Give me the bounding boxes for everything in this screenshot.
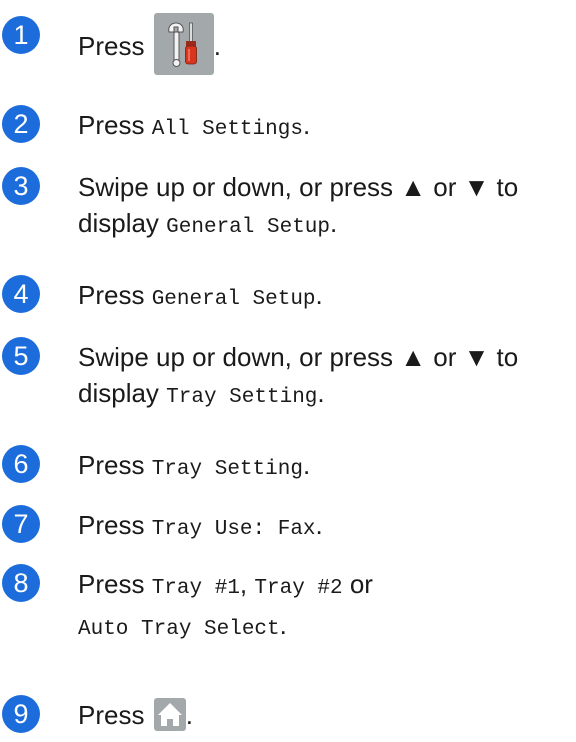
- step-text: Swipe up or down, or press ▲ or ▼ to dis…: [78, 339, 576, 416]
- step-prefix: Press: [78, 510, 145, 540]
- menu-option-tray-2[interactable]: Tray #2: [254, 577, 342, 600]
- step-number-badge: 7: [2, 505, 40, 543]
- step-text: Press .: [78, 697, 576, 734]
- step-number-badge: 5: [2, 337, 40, 375]
- step-text: Swipe up or down, or press ▲ or ▼ to dis…: [78, 169, 576, 246]
- step-or-word: or: [349, 569, 373, 599]
- step-prefix: Press: [78, 30, 145, 61]
- step-prefix: display: [78, 208, 159, 238]
- menu-option-tray-setting: Tray Setting: [166, 386, 318, 409]
- settings-tools-icon[interactable]: [153, 13, 214, 75]
- step-number-badge: 3: [2, 167, 40, 205]
- step-number-badge: 2: [2, 105, 40, 143]
- step-text: Press Tray Use: Fax.: [78, 507, 576, 548]
- step-prefix: Press: [78, 450, 145, 480]
- step-number-badge: 9: [2, 695, 40, 733]
- step-text: Press Tray Setting.: [78, 447, 576, 488]
- step-suffix: .: [302, 450, 311, 480]
- menu-option-general-setup: General Setup: [166, 216, 330, 239]
- step-suffix: .: [315, 280, 323, 310]
- step-text: Press .: [78, 13, 576, 79]
- step-prefix: display: [78, 378, 159, 408]
- step-number-badge: 8: [2, 564, 40, 602]
- step-number-badge: 4: [2, 275, 40, 313]
- step-prefix: Press: [78, 280, 145, 310]
- step-suffix: .: [317, 378, 325, 408]
- step-prefix: Press: [78, 700, 145, 730]
- menu-option-tray-setting[interactable]: Tray Setting: [152, 458, 303, 481]
- step-line-1: Swipe up or down, or press ▲ or ▼ to: [78, 342, 519, 372]
- step-text: Press All Settings.: [78, 107, 576, 148]
- step-number-badge: 6: [2, 445, 40, 483]
- step-text: Press General Setup.: [78, 277, 576, 318]
- home-icon[interactable]: [153, 697, 186, 731]
- menu-option-tray-1[interactable]: Tray #1: [152, 577, 240, 600]
- menu-option-tray-use-fax[interactable]: Tray Use: Fax: [152, 518, 316, 541]
- step-text: Press Tray #1, Tray #2 or Auto Tray Sele…: [78, 566, 576, 648]
- step-suffix: .: [279, 610, 287, 640]
- step-suffix: .: [302, 110, 311, 140]
- step-line-1: Swipe up or down, or press ▲ or ▼ to: [78, 172, 519, 202]
- step-number-badge: 1: [2, 16, 40, 54]
- menu-option-all-settings[interactable]: All Settings: [152, 118, 303, 141]
- step-suffix: .: [185, 700, 193, 730]
- step-suffix: .: [315, 510, 323, 540]
- step-prefix: Press: [78, 569, 145, 599]
- step-prefix: Press: [78, 110, 145, 140]
- step-suffix: .: [330, 208, 338, 238]
- menu-option-general-setup[interactable]: General Setup: [152, 288, 316, 311]
- menu-option-auto-tray-select[interactable]: Auto Tray Select: [78, 618, 280, 641]
- step-suffix: .: [213, 30, 221, 61]
- step-separator: ,: [239, 569, 248, 599]
